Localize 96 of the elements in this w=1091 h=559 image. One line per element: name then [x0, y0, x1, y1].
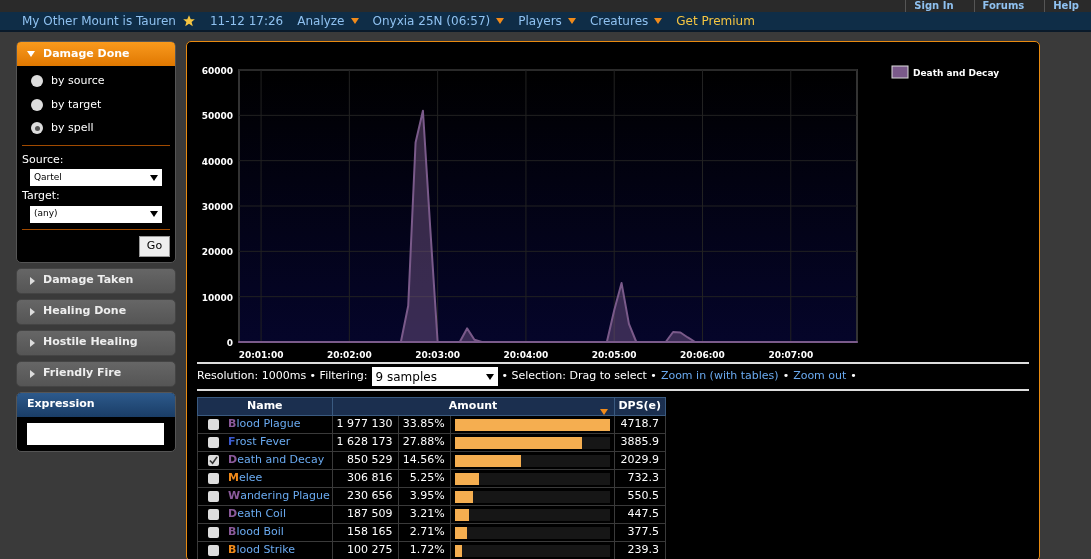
y-tick-label: 20000	[201, 247, 233, 258]
nav-link[interactable]: 11-12 17:26	[209, 12, 284, 30]
zoom-out-link[interactable]: Zoom out	[793, 368, 847, 385]
legend-swatch	[891, 65, 909, 79]
dropdown-caret-icon	[485, 373, 494, 380]
go-button[interactable]: Go	[139, 235, 170, 257]
y-tick-label: 30000	[201, 202, 233, 212]
target-select[interactable]: (any)	[30, 205, 162, 223]
amount-cell: 230 656	[332, 488, 399, 505]
column-header[interactable]: DPS(e)	[614, 397, 666, 416]
amount-cell: 306 816	[332, 470, 399, 487]
dropdown-caret-icon	[150, 174, 158, 181]
y-tick-label: 10000	[201, 292, 233, 303]
collapse-arrow-icon	[27, 51, 35, 57]
row-checkbox[interactable]	[208, 473, 219, 484]
dropdown-caret-icon	[496, 18, 505, 24]
nav-link[interactable]: Analyze	[297, 12, 345, 30]
x-tick-label: 20:01:00	[238, 350, 284, 358]
amount-cell: 1 628 173	[332, 434, 399, 451]
percent-cell: 33.85%	[398, 416, 451, 433]
dropdown-caret-icon	[654, 18, 663, 24]
dropdown-caret-icon	[567, 18, 576, 24]
percent-cell: 3.95%	[398, 488, 451, 505]
expression-input[interactable]	[27, 422, 164, 445]
amount-cell: 158 165	[332, 524, 399, 541]
separator-text: •	[782, 368, 790, 385]
filter-select[interactable]: 9 samples	[371, 367, 498, 386]
percent-cell: 2.71%	[398, 524, 451, 541]
x-tick-label: 20:04:00	[503, 350, 549, 358]
legend-label: Death and Decay	[913, 68, 1000, 78]
dropdown-caret-icon	[350, 18, 359, 24]
dps-cell: 550.5	[614, 487, 666, 506]
y-tick-label: 50000	[201, 111, 233, 122]
x-tick-label: 20:07:00	[768, 350, 814, 358]
expand-arrow-icon	[30, 307, 35, 316]
panel-header: Expression	[17, 392, 175, 417]
x-tick-label: 20:05:00	[591, 350, 637, 358]
expand-arrow-icon	[30, 338, 35, 347]
dps-cell: 3885.9	[614, 433, 666, 452]
expand-arrow-icon	[30, 369, 35, 378]
nav-link[interactable]: Creatures	[589, 12, 649, 30]
dps-cell: 447.5	[614, 505, 666, 524]
separator-text: •	[850, 368, 857, 385]
dps-cell: 732.3	[614, 469, 666, 488]
column-header[interactable]: Name	[197, 397, 333, 416]
field-label: Source:	[22, 151, 65, 168]
collapsed-panel[interactable]: Healing Done	[16, 298, 176, 325]
nav-link[interactable]: Players	[518, 12, 562, 30]
percent-cell: 1.72%	[398, 542, 451, 559]
x-tick-label: 20:02:00	[326, 350, 372, 358]
y-tick-label: 60000	[201, 66, 233, 76]
star-icon	[181, 14, 196, 28]
amount-cell: 1 977 130	[332, 416, 399, 433]
field-label: Target:	[22, 188, 61, 204]
y-tick-label: 40000	[201, 156, 233, 167]
radio-button[interactable]	[31, 122, 43, 135]
nav-link[interactable]: Onyxia 25N (06:57)	[372, 12, 491, 30]
amount-cell: 187 509	[332, 506, 399, 523]
row-checkbox[interactable]	[208, 491, 219, 502]
row-checkbox[interactable]	[208, 455, 219, 466]
percent-cell: 27.88%	[398, 434, 451, 451]
expand-arrow-icon	[30, 276, 35, 285]
radio-button[interactable]	[31, 75, 43, 88]
check-icon	[209, 456, 218, 465]
row-checkbox[interactable]	[208, 527, 219, 538]
radio-button[interactable]	[31, 98, 43, 111]
radio-label: by target	[51, 96, 102, 113]
collapsed-panel[interactable]: Hostile Healing	[16, 329, 176, 356]
collapsed-panel[interactable]: Damage Taken	[16, 267, 176, 294]
percent-cell: 5.25%	[398, 470, 451, 487]
y-tick-label: 0	[226, 338, 233, 348]
percent-cell: 14.56%	[398, 452, 451, 469]
dps-cell: 4718.7	[614, 415, 666, 434]
source-select[interactable]: Qartel	[30, 169, 162, 186]
selection-text: • Selection: Drag to select •	[501, 368, 657, 385]
amount-cell: 850 529	[332, 452, 399, 469]
column-header[interactable]: Amount	[332, 397, 615, 416]
radio-label: by spell	[51, 120, 94, 136]
amount-cell: 100 275	[332, 542, 399, 559]
row-checkbox[interactable]	[208, 545, 219, 556]
x-tick-label: 20:03:00	[415, 350, 461, 358]
collapsed-panel[interactable]: Friendly Fire	[16, 360, 176, 387]
dropdown-caret-icon	[150, 211, 158, 217]
nav-link[interactable]: Get Premium	[676, 12, 755, 30]
row-checkbox[interactable]	[208, 437, 219, 448]
dps-cell: 2029.9	[614, 451, 666, 470]
sort-caret-icon	[599, 409, 608, 415]
dps-cell: 377.5	[614, 523, 666, 542]
radio-label: by source	[51, 73, 105, 89]
resolution-text: Resolution: 1000ms • Filtering:	[197, 368, 368, 385]
nav-link[interactable]: My Other Mount is Tauren	[22, 12, 176, 30]
row-checkbox[interactable]	[208, 509, 219, 520]
zoom-in-link[interactable]: Zoom in (with tables)	[660, 368, 779, 385]
x-tick-label: 20:06:00	[680, 350, 725, 358]
row-checkbox[interactable]	[208, 419, 219, 430]
percent-cell: 3.21%	[398, 506, 451, 523]
